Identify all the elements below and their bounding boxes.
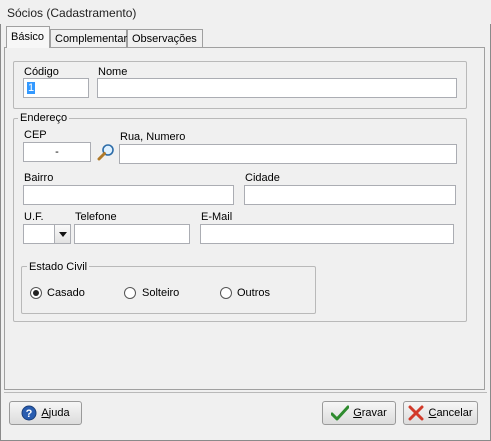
radio-button[interactable] xyxy=(30,287,42,299)
telefone-field[interactable] xyxy=(74,224,190,244)
save-label: Gravar xyxy=(353,407,387,419)
rua-label: Rua, Numero xyxy=(120,131,186,143)
tab-complementar[interactable]: Complementar xyxy=(50,29,127,47)
email-label: E-Mail xyxy=(201,211,233,223)
bairro-field[interactable] xyxy=(23,185,234,205)
checkmark-icon xyxy=(331,405,350,421)
codigo-label: Código xyxy=(24,66,59,78)
tab-label: Observações xyxy=(132,33,197,45)
window-title: Sócios (Cadastramento) xyxy=(7,6,137,20)
email-field[interactable] xyxy=(200,224,454,244)
estado-civil-legend: Estado Civil xyxy=(27,261,90,273)
tab-basico[interactable]: Básico xyxy=(6,26,50,48)
codigo-value: 1 xyxy=(27,82,36,94)
codigo-field[interactable]: 1 xyxy=(23,78,89,98)
help-label: Ajuda xyxy=(41,407,70,419)
rua-field[interactable] xyxy=(119,144,457,164)
radio-casado[interactable]: Casado xyxy=(30,286,85,300)
radio-button[interactable] xyxy=(124,287,136,299)
bairro-label: Bairro xyxy=(24,172,54,184)
radio-outros[interactable]: Outros xyxy=(220,286,270,300)
magnifier-icon[interactable] xyxy=(97,143,115,161)
title-bar: Sócios (Cadastramento) xyxy=(0,0,491,24)
cep-label: CEP xyxy=(24,129,47,141)
telefone-label: Telefone xyxy=(75,211,117,223)
tab-observacoes[interactable]: Observações xyxy=(127,29,203,47)
cidade-field[interactable] xyxy=(244,185,456,205)
nome-label: Nome xyxy=(98,66,128,78)
cancel-label: Cancelar xyxy=(428,407,473,419)
uf-select[interactable] xyxy=(23,224,71,244)
radio-label: Solteiro xyxy=(142,287,180,299)
help-button[interactable]: ? Ajuda xyxy=(9,401,82,425)
radio-button[interactable] xyxy=(220,287,232,299)
nome-field[interactable] xyxy=(97,78,457,98)
footer-divider xyxy=(4,392,487,393)
cross-icon xyxy=(408,405,424,421)
tab-label: Complementar xyxy=(55,33,128,45)
chevron-down-icon[interactable] xyxy=(54,225,70,243)
cancel-button[interactable]: Cancelar xyxy=(403,401,478,425)
tab-label: Básico xyxy=(11,31,45,43)
endereco-legend: Endereço xyxy=(18,112,70,124)
cep-field[interactable]: - xyxy=(23,142,91,162)
uf-label: U.F. xyxy=(24,211,44,223)
radio-solteiro[interactable]: Solteiro xyxy=(124,286,179,300)
radio-label: Casado xyxy=(47,287,85,299)
radio-label: Outros xyxy=(237,287,271,299)
help-icon: ? xyxy=(21,405,37,421)
svg-text:?: ? xyxy=(26,408,33,420)
save-button[interactable]: Gravar xyxy=(322,401,396,425)
cidade-label: Cidade xyxy=(245,172,280,184)
